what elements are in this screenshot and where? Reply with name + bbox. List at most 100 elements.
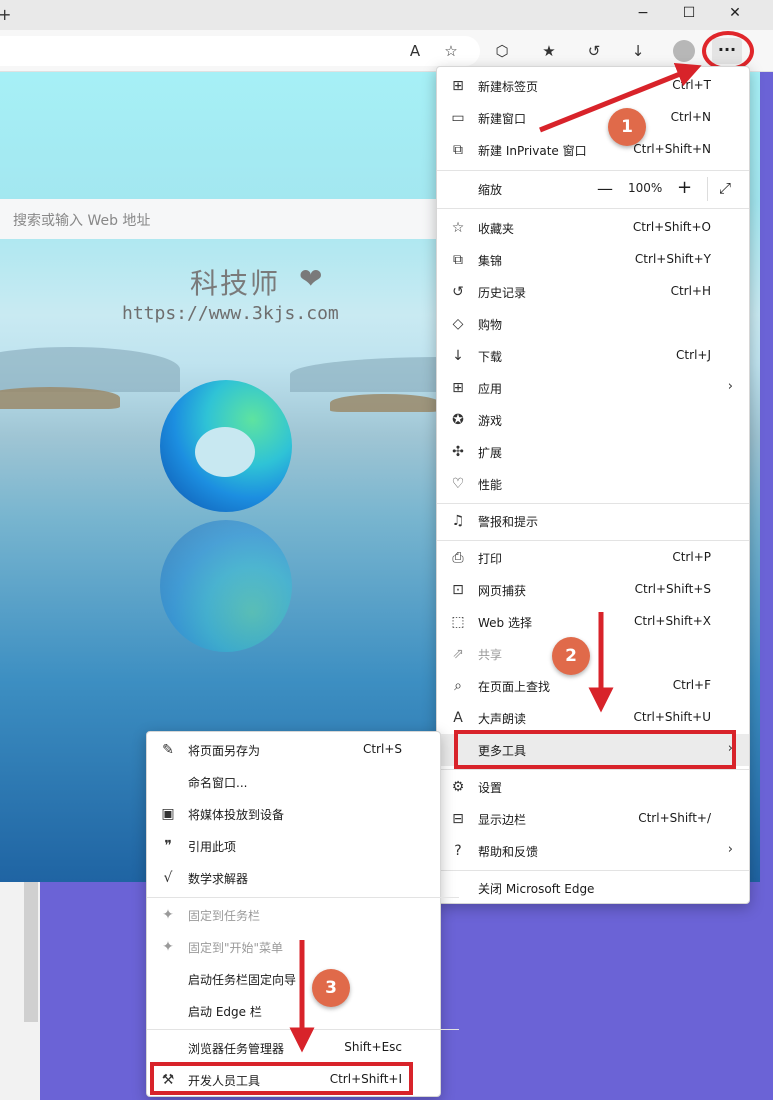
history-icon[interactable]: ↺: [583, 40, 605, 62]
title-bar: + − ☐ ✕: [0, 0, 773, 30]
settings-menu: ⊞ 新建标签页 Ctrl+T ▭ 新建窗口 Ctrl+N ⧉ 新建 InPriv…: [436, 66, 750, 904]
edge-logo-inner: [195, 427, 255, 477]
menu-item-history[interactable]: ↺ 历史记录 Ctrl+H: [437, 276, 749, 308]
menu-item-new-window[interactable]: ▭ 新建窗口 Ctrl+N: [437, 102, 749, 134]
menu-shortcut: Ctrl+F: [672, 678, 711, 692]
menu-item-collections[interactable]: ⧉ 集锦 Ctrl+Shift+Y: [437, 244, 749, 276]
zoom-in-button[interactable]: +: [677, 177, 692, 198]
add-favorite-icon[interactable]: ☆: [440, 40, 462, 62]
menu-shortcut: Ctrl+Shift+/: [638, 811, 711, 825]
menu-label: 购物: [478, 318, 503, 332]
submenu-item-task-manager[interactable]: 浏览器任务管理器 Shift+Esc: [147, 1032, 440, 1064]
menu-item-games[interactable]: ✪ 游戏: [437, 404, 749, 436]
menu-label: 下载: [478, 350, 503, 364]
window-icon: ▭: [451, 110, 465, 126]
menu-item-favorites[interactable]: ☆ 收藏夹 Ctrl+Shift+O: [437, 212, 749, 244]
menu-item-sidebar[interactable]: ⊟ 显示边栏 Ctrl+Shift+/: [437, 803, 749, 835]
apps-icon: ⊞: [452, 380, 464, 396]
menu-item-share: ⇗ 共享: [437, 638, 749, 670]
menu-label: 性能: [478, 478, 503, 492]
divider: [437, 170, 749, 171]
chevron-right-icon: ›: [727, 842, 733, 857]
menu-item-settings[interactable]: ⚙ 设置: [437, 771, 749, 803]
menu-label: 关闭 Microsoft Edge: [478, 882, 595, 896]
menu-item-new-tab[interactable]: ⊞ 新建标签页 Ctrl+T: [437, 70, 749, 102]
heartbeat-icon: ♡: [451, 476, 465, 492]
divider: [437, 503, 749, 504]
menu-label: 扩展: [478, 446, 503, 460]
profile-avatar[interactable]: [673, 40, 695, 62]
submenu-item-name-window[interactable]: 命名窗口...: [147, 766, 440, 798]
menu-label: 游戏: [478, 414, 503, 428]
submenu-item-edge-bar[interactable]: 启动 Edge 栏: [147, 995, 440, 1027]
new-tab-button[interactable]: +: [0, 5, 11, 24]
menu-item-find[interactable]: ⌕ 在页面上查找 Ctrl+F: [437, 670, 749, 702]
gear-icon: ⚙: [451, 779, 465, 795]
submenu-item-math-solver[interactable]: √ 数学求解器: [147, 862, 440, 894]
close-button[interactable]: ✕: [720, 4, 750, 24]
island-right: [330, 394, 440, 412]
search-input[interactable]: 搜索或输入 Web 地址: [13, 210, 150, 230]
bell-icon: ♫: [451, 513, 465, 529]
menu-shortcut: Ctrl+Shift+O: [632, 220, 711, 234]
search-box[interactable]: 搜索或输入 Web 地址: [0, 199, 442, 239]
maximize-button[interactable]: ☐: [674, 4, 704, 24]
menu-shortcut: Ctrl+H: [670, 284, 711, 298]
submenu-item-pin-wizard[interactable]: 启动任务栏固定向导: [147, 963, 440, 995]
sidebar-icon: ⊟: [452, 811, 464, 827]
divider: [437, 769, 749, 770]
menu-item-alerts[interactable]: ♫ 警报和提示: [437, 505, 749, 537]
menu-shortcut: Ctrl+N: [670, 110, 711, 124]
menu-label: Web 选择: [478, 616, 532, 630]
menu-item-print[interactable]: ⎙ 打印 Ctrl+P: [437, 542, 749, 574]
tag-icon: ◇: [452, 316, 464, 332]
submenu-item-save-as[interactable]: ✎ 将页面另存为 Ctrl+S: [147, 734, 440, 766]
menu-label: 应用: [478, 382, 503, 396]
read-aloud-icon: A: [453, 710, 463, 726]
menu-item-performance[interactable]: ♡ 性能: [437, 468, 749, 500]
puzzle-icon: ✣: [452, 444, 464, 460]
menu-item-close-edge[interactable]: 关闭 Microsoft Edge: [437, 872, 749, 904]
menu-label: 大声朗读: [478, 712, 527, 726]
menu-label: 新建 InPrivate 窗口: [478, 144, 587, 158]
menu-item-new-inprivate[interactable]: ⧉ 新建 InPrivate 窗口 Ctrl+Shift+N: [437, 134, 749, 166]
download-icon: ↓: [452, 348, 464, 364]
menu-item-shopping[interactable]: ◇ 购物: [437, 308, 749, 340]
divider: [707, 177, 708, 201]
downloads-icon[interactable]: ↓: [627, 40, 649, 62]
zoom-value: 100%: [628, 181, 663, 195]
menu-shortcut: Ctrl+P: [672, 550, 711, 564]
read-aloud-icon[interactable]: A: [404, 40, 426, 62]
menu-label: 引用此项: [188, 840, 237, 854]
submenu-item-cast[interactable]: ▣ 将媒体投放到设备: [147, 798, 440, 830]
games-icon: ✪: [452, 412, 464, 428]
fullscreen-icon[interactable]: ⤢: [719, 179, 731, 197]
menu-shortcut: Ctrl+S: [362, 742, 402, 756]
submenu-item-cite[interactable]: ❞ 引用此项: [147, 830, 440, 862]
favorites-icon[interactable]: ★: [538, 40, 560, 62]
watermark-title: 科技师: [190, 267, 281, 300]
chevron-right-icon: ›: [727, 379, 733, 394]
scrollbar[interactable]: [24, 882, 38, 1022]
menu-item-downloads[interactable]: ↓ 下载 Ctrl+J: [437, 340, 749, 372]
annotation-box-dev-tools: [150, 1062, 413, 1095]
menu-label: 在页面上查找: [478, 680, 551, 694]
menu-item-web-select[interactable]: ⬚ Web 选择 Ctrl+Shift+X: [437, 606, 749, 638]
menu-shortcut: Ctrl+Shift+Y: [634, 252, 711, 266]
menu-shortcut: Shift+Esc: [344, 1040, 402, 1054]
minimize-button[interactable]: −: [628, 4, 658, 24]
mountain-left: [0, 347, 180, 392]
extensions-icon[interactable]: ⬡: [491, 40, 513, 62]
menu-label: 共享: [478, 648, 503, 662]
watermark-url: https://www.3kjs.com: [122, 303, 339, 324]
menu-label: 新建标签页: [478, 80, 539, 94]
menu-label: 打印: [478, 552, 503, 566]
divider: [147, 1029, 459, 1030]
menu-item-apps[interactable]: ⊞ 应用 ›: [437, 372, 749, 404]
menu-item-web-capture[interactable]: ⊡ 网页捕获 Ctrl+Shift+S: [437, 574, 749, 606]
zoom-out-button[interactable]: —: [597, 179, 613, 198]
menu-item-help[interactable]: ? 帮助和反馈 ›: [437, 835, 749, 867]
menu-item-extensions[interactable]: ✣ 扩展: [437, 436, 749, 468]
menu-label: 收藏夹: [478, 222, 515, 236]
menu-label: 网页捕获: [478, 584, 527, 598]
